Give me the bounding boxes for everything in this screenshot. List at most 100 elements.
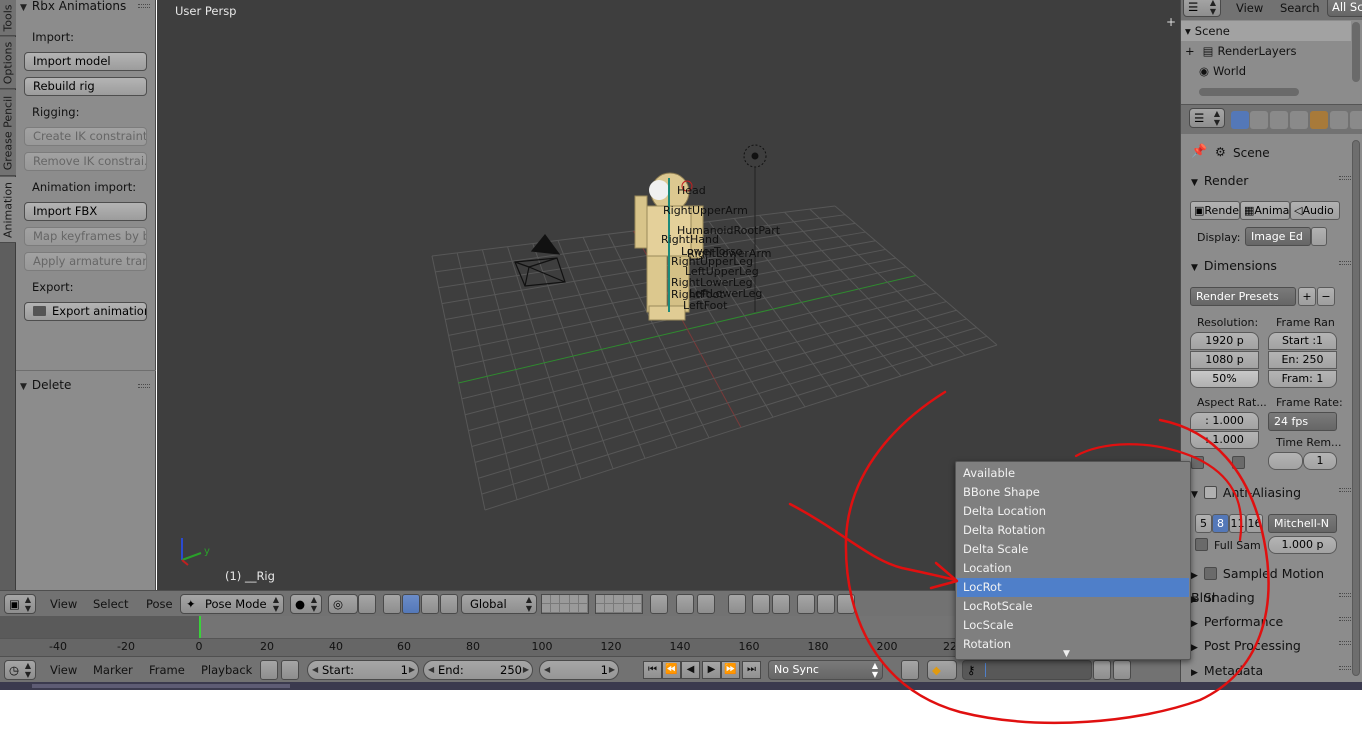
menu-item-locrotscale[interactable]: LocRotScale bbox=[957, 597, 1189, 616]
pin-icon[interactable]: 📌 bbox=[1191, 144, 1207, 159]
create-ik-constraints-button[interactable]: Create IK constraints bbox=[24, 127, 147, 146]
scroll-down-arrow-icon[interactable]: ▼ bbox=[1063, 649, 1070, 659]
full-sample-checkbox[interactable] bbox=[1195, 538, 1208, 551]
frame-end-field[interactable]: En: 250 bbox=[1268, 351, 1337, 369]
sync-mode-select[interactable]: No Sync ▲ ▼ bbox=[768, 660, 883, 680]
lock-range-icon[interactable] bbox=[281, 660, 299, 680]
menu-item-delta-location[interactable]: Delta Location bbox=[957, 502, 1189, 521]
drag-grip-icon[interactable] bbox=[138, 4, 150, 8]
end-frame-field[interactable]: ◀ End: 250 ▶ bbox=[423, 660, 533, 680]
menu-item-bbone-shape[interactable]: BBone Shape bbox=[957, 483, 1189, 502]
tab-grease-pencil[interactable]: Grease Pencil bbox=[0, 90, 16, 176]
drag-grip-icon[interactable] bbox=[1339, 176, 1351, 180]
border-checkbox[interactable] bbox=[1191, 456, 1204, 469]
layers-group-2[interactable] bbox=[595, 594, 643, 614]
shading-panel-header[interactable]: ▶ Shading bbox=[1181, 587, 1351, 609]
render-layers-tab-icon[interactable] bbox=[1250, 111, 1268, 129]
paste-pose-icon[interactable] bbox=[817, 594, 835, 614]
drag-grip-icon[interactable] bbox=[1339, 488, 1351, 492]
tab-tools[interactable]: Tools bbox=[0, 0, 16, 36]
delete-panel-header[interactable]: ▼ Delete bbox=[16, 378, 156, 394]
menu-item-location[interactable]: Location bbox=[957, 559, 1189, 578]
crop-checkbox[interactable] bbox=[1232, 456, 1245, 469]
shading-select[interactable]: ● ▲ ▼ bbox=[290, 594, 322, 614]
menu-playback[interactable]: Playback bbox=[201, 663, 252, 677]
lock-interface-icon[interactable] bbox=[1311, 227, 1327, 246]
resolution-x-field[interactable]: 1920 p bbox=[1190, 332, 1259, 350]
manipulator-toggle-icon[interactable] bbox=[358, 594, 376, 614]
properties-scrollbar[interactable] bbox=[1352, 140, 1360, 676]
aa-samples-8-button[interactable]: 8 bbox=[1212, 514, 1229, 533]
drag-grip-icon[interactable] bbox=[1339, 617, 1351, 621]
drag-grip-icon[interactable] bbox=[138, 384, 150, 388]
apply-armature-button[interactable]: Apply armature tran... bbox=[24, 252, 147, 271]
scene-tab-icon[interactable] bbox=[1270, 111, 1288, 129]
aa-samples-5-button[interactable]: 5 bbox=[1195, 514, 1212, 533]
menu-view[interactable]: View bbox=[50, 597, 77, 611]
drag-grip-icon[interactable] bbox=[1339, 261, 1351, 265]
map-keyframes-button[interactable]: Map keyframes by b... bbox=[24, 227, 147, 246]
add-preset-icon[interactable]: + bbox=[1298, 287, 1316, 306]
tab-animation[interactable]: Animation bbox=[0, 177, 16, 243]
mode-select[interactable]: ✦ Pose Mode ▲ ▼ bbox=[180, 594, 284, 614]
outliner[interactable]: ☰ ▲ ▼ View Search All Sc ▾ Scene + ▤ RenderLa… bbox=[1180, 0, 1362, 104]
paste-flipped-pose-icon[interactable] bbox=[837, 594, 855, 614]
preview-range-icon[interactable] bbox=[260, 660, 278, 680]
time-remap-old-field[interactable] bbox=[1268, 452, 1303, 470]
render-audio-button[interactable]: ◁Audio bbox=[1290, 201, 1340, 220]
menu-item-rotation[interactable]: Rotation bbox=[957, 635, 1189, 654]
armature-layers-icon[interactable] bbox=[650, 594, 668, 614]
frame-step-field[interactable]: Fram: 1 bbox=[1268, 370, 1337, 388]
layers-group-1[interactable] bbox=[541, 594, 589, 614]
remove-preset-icon[interactable]: − bbox=[1317, 287, 1335, 306]
render-still-button[interactable]: ▣Rende bbox=[1190, 201, 1240, 220]
rotate-manipulator-icon[interactable] bbox=[421, 594, 439, 614]
menu-marker[interactable]: Marker bbox=[93, 663, 133, 677]
metadata-panel-header[interactable]: ▶ Metadata bbox=[1181, 660, 1351, 682]
keying-set-field[interactable]: ⚷ bbox=[962, 660, 1092, 680]
prev-keyframe-icon[interactable]: ⏪ bbox=[662, 661, 681, 679]
menu-item-delta-rotation[interactable]: Delta Rotation bbox=[957, 521, 1189, 540]
resolution-percentage-slider[interactable]: 50% bbox=[1190, 370, 1259, 388]
dimensions-panel-header[interactable]: ▼ Dimensions bbox=[1181, 255, 1351, 277]
keying-mode-select[interactable]: ◆ bbox=[927, 660, 957, 680]
drag-grip-icon[interactable] bbox=[1339, 666, 1351, 670]
properties-editor[interactable]: ☰ ▲ ▼ 📌 ⚙ Scene ▼ Render ▣Rende ▦Anima ◁Aud… bbox=[1180, 104, 1362, 682]
add-region-plus-icon[interactable]: + bbox=[1166, 16, 1178, 28]
editor-type-select[interactable]: ☰ ▲ ▼ bbox=[1183, 0, 1221, 17]
rebuild-rig-button[interactable]: Rebuild rig bbox=[24, 77, 147, 96]
render-presets-select[interactable]: Render Presets bbox=[1190, 287, 1296, 306]
import-fbx-button[interactable]: Import FBX bbox=[24, 202, 147, 221]
pivot-select[interactable]: ◎ bbox=[328, 594, 358, 614]
object-tab-icon[interactable] bbox=[1310, 111, 1328, 129]
export-animation-button[interactable]: Export animation bbox=[24, 302, 147, 321]
import-model-button[interactable]: Import model bbox=[24, 52, 147, 71]
aspect-y-field[interactable]: : 1.000 bbox=[1190, 431, 1259, 449]
editor-type-select[interactable]: ◷ ▲ ▼ bbox=[4, 660, 36, 680]
outliner-h-scrollbar[interactable] bbox=[1199, 88, 1299, 96]
delete-keyframe-icon[interactable] bbox=[1113, 660, 1131, 680]
menu-item-locrot[interactable]: LocRot bbox=[957, 578, 1189, 597]
proportional-edit-icon[interactable] bbox=[676, 594, 694, 614]
editor-type-select[interactable]: ▣ ▲ ▼ bbox=[4, 594, 36, 614]
render-preview-icon[interactable] bbox=[752, 594, 770, 614]
motion-blur-panel-header[interactable]: ▶ Sampled Motion Blur bbox=[1181, 563, 1351, 605]
editor-type-select[interactable]: ☰ ▲ ▼ bbox=[1189, 108, 1225, 128]
motion-blur-checkbox[interactable] bbox=[1203, 567, 1217, 580]
snap-icon[interactable] bbox=[728, 594, 746, 614]
render-animation-button[interactable]: ▦Anima bbox=[1240, 201, 1290, 220]
scale-manipulator-icon[interactable] bbox=[440, 594, 458, 614]
tab-options[interactable]: Options bbox=[0, 37, 16, 89]
display-select[interactable]: Image Ed bbox=[1245, 227, 1311, 246]
play-reverse-icon[interactable]: ◀ bbox=[681, 661, 700, 679]
jump-end-icon[interactable]: ⏭ bbox=[742, 661, 761, 679]
modifiers-tab-icon[interactable] bbox=[1350, 111, 1362, 129]
menu-view[interactable]: View bbox=[50, 663, 77, 677]
translate-manipulator-icon[interactable] bbox=[402, 594, 420, 614]
camera-object[interactable] bbox=[514, 234, 566, 287]
aa-filter-select[interactable]: Mitchell-N bbox=[1268, 514, 1337, 533]
keying-set-dropdown[interactable]: Available BBone Shape Delta Location Del… bbox=[955, 461, 1191, 660]
play-icon[interactable]: ▶ bbox=[702, 661, 721, 679]
aa-samples-11-button[interactable]: 11 bbox=[1229, 514, 1246, 533]
render-tab-camera-icon[interactable] bbox=[1231, 111, 1249, 129]
